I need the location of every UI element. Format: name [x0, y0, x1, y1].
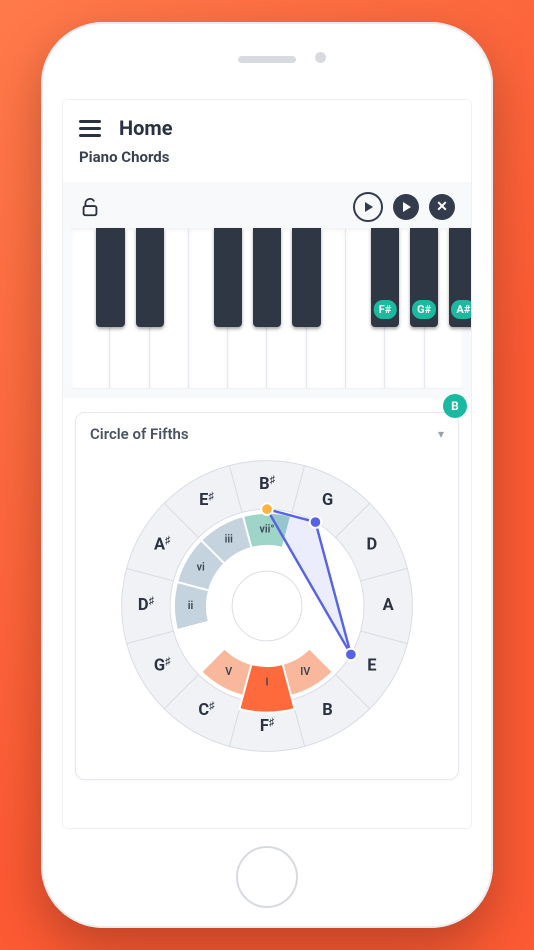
outer-label: D: [367, 536, 378, 555]
inner-label: iii: [225, 533, 234, 546]
page-subtitle: Piano Chords: [79, 148, 455, 166]
lock-icon[interactable]: [79, 196, 101, 218]
outer-label: E: [367, 657, 376, 676]
play-outline-button[interactable]: [353, 192, 383, 222]
page-title: Home: [119, 116, 173, 140]
phone-frame: Home Piano Chords: [41, 22, 493, 928]
key-highlight-badge: G#: [412, 300, 436, 319]
close-icon: ✕: [436, 200, 448, 214]
card-title: Circle of Fifths: [90, 425, 189, 443]
app-screen: Home Piano Chords: [63, 100, 471, 828]
chord-node[interactable]: [345, 649, 357, 661]
inner-label: vi: [197, 561, 205, 574]
inner-label: V: [225, 665, 232, 678]
inner-label: vii°: [260, 522, 275, 535]
phone-speaker: [238, 56, 296, 63]
black-key[interactable]: [96, 228, 124, 327]
floating-note-label: B: [451, 399, 459, 413]
center-disk: [232, 571, 302, 641]
outer-label: B: [322, 701, 333, 720]
circle-of-fifths-diagram[interactable]: B♯GDAEBF♯C♯G♯D♯A♯E♯vii°IVIViiviiii: [112, 451, 422, 761]
black-key[interactable]: [136, 228, 164, 327]
header: Home Piano Chords: [63, 100, 471, 176]
outer-label: A: [383, 596, 395, 615]
black-key[interactable]: [292, 228, 320, 327]
floating-note-badge[interactable]: B: [443, 394, 467, 418]
card-header[interactable]: Circle of Fifths ▾: [90, 425, 444, 443]
chord-node[interactable]: [310, 516, 322, 528]
phone-home-button[interactable]: [236, 846, 298, 908]
keyboard-toolbar: ✕: [63, 182, 471, 228]
black-key[interactable]: F#: [371, 228, 399, 327]
play-icon: [403, 202, 411, 212]
circle-of-fifths-card: Circle of Fifths ▾ B♯GDAEBF♯C♯G♯D♯A♯E♯vi…: [75, 412, 459, 780]
outer-label: G: [322, 491, 333, 510]
black-key[interactable]: G#: [410, 228, 438, 327]
inner-label: I: [265, 675, 268, 688]
chord-node[interactable]: [261, 503, 273, 515]
inner-label: IV: [300, 665, 310, 678]
black-key[interactable]: A#: [449, 228, 471, 327]
piano-keyboard[interactable]: F#G#A# B: [71, 228, 463, 388]
phone-camera: [315, 52, 326, 63]
play-outline-icon: [365, 202, 373, 212]
key-highlight-badge: A#: [451, 300, 471, 319]
play-button[interactable]: [393, 194, 419, 220]
menu-icon[interactable]: [79, 120, 101, 136]
black-key[interactable]: [214, 228, 242, 327]
black-key[interactable]: [253, 228, 281, 327]
close-button[interactable]: ✕: [429, 194, 455, 220]
chevron-down-icon: ▾: [438, 427, 444, 441]
key-highlight-badge: F#: [374, 300, 397, 319]
inner-label: ii: [188, 599, 194, 612]
keyboard-panel: ✕ F#G#A# B: [63, 182, 471, 398]
